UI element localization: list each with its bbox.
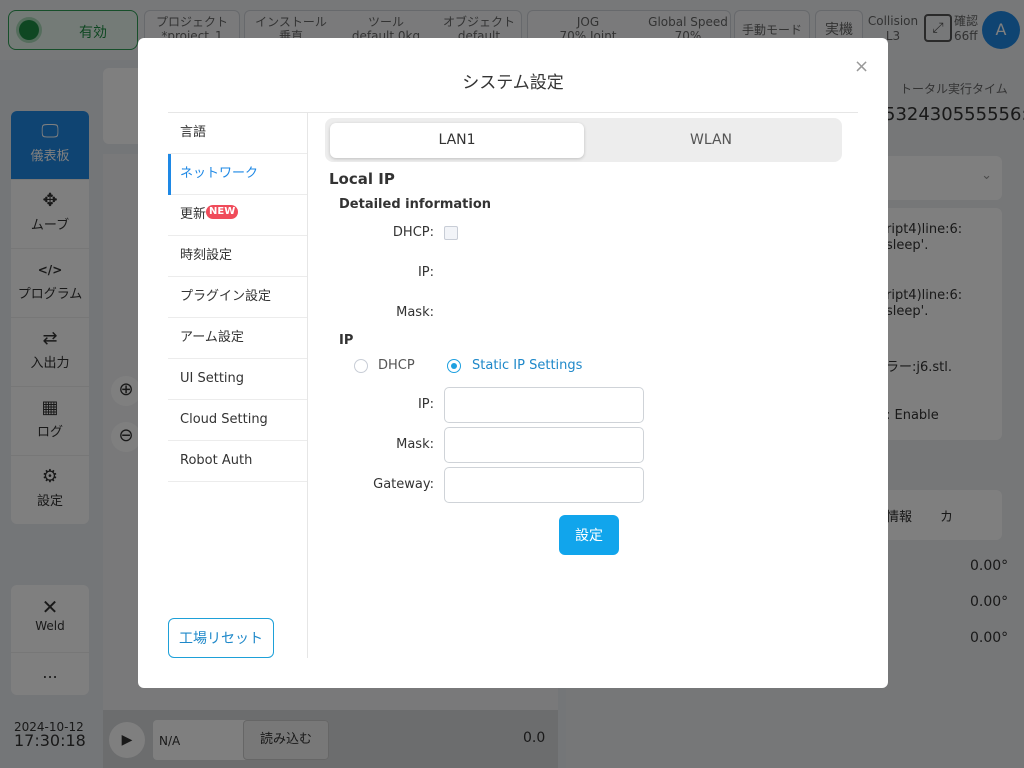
dhcp-checkbox[interactable] — [444, 226, 458, 240]
dhcp-radio-label[interactable]: DHCP — [378, 358, 415, 373]
settings-sidebar: 言語 ネットワーク 更新 NEW 時刻設定 プラグイン設定 アーム設定 UI Se… — [168, 113, 308, 658]
dialog-title: システム設定 — [462, 73, 564, 93]
sidebar-item-update[interactable]: 更新 NEW — [168, 195, 307, 236]
network-tabs: LAN1 WLAN — [325, 118, 842, 162]
sidebar-item-label: 更新 — [180, 207, 207, 222]
gateway-input[interactable] — [444, 467, 644, 503]
tab-wlan[interactable]: WLAN — [584, 123, 838, 158]
local-ip-heading: Local IP — [329, 170, 395, 188]
ip-input[interactable] — [444, 387, 644, 423]
static-ip-radio[interactable] — [447, 359, 461, 373]
tab-lan1[interactable]: LAN1 — [330, 123, 584, 158]
mask-field-label: Mask: — [396, 437, 434, 452]
sidebar-item-label: Cloud Setting — [180, 412, 268, 427]
ip-field-label: IP: — [417, 397, 434, 412]
sidebar-item-plugin[interactable]: プラグイン設定 — [168, 277, 307, 318]
system-settings-dialog: システム設定 × 言語 ネットワーク 更新 NEW 時刻設定 プラグイン設定 アー… — [138, 38, 888, 688]
close-icon[interactable]: × — [854, 56, 869, 77]
sidebar-item-label: 言語 — [180, 125, 207, 140]
sidebar-item-label: アーム設定 — [180, 330, 244, 345]
sidebar-item-label: UI Setting — [180, 371, 245, 386]
set-button[interactable]: 設定 — [559, 515, 619, 555]
factory-reset-button[interactable]: 工場リセット — [168, 618, 274, 658]
sidebar-item-label: ネットワーク — [180, 166, 259, 181]
static-ip-radio-label[interactable]: Static IP Settings — [472, 358, 582, 373]
dhcp-info-label: DHCP: — [392, 225, 434, 240]
new-badge: NEW — [206, 205, 239, 219]
ip-heading: IP — [339, 333, 354, 348]
detail-heading: Detailed information — [339, 197, 492, 212]
sidebar-item-cloud[interactable]: Cloud Setting — [168, 400, 307, 441]
dhcp-radio[interactable] — [354, 359, 368, 373]
gateway-field-label: Gateway: — [373, 477, 434, 492]
sidebar-item-network[interactable]: ネットワーク — [168, 154, 307, 195]
sidebar-item-language[interactable]: 言語 — [168, 113, 307, 154]
sidebar-item-label: Robot Auth — [180, 453, 253, 468]
sidebar-item-label: 時刻設定 — [180, 248, 233, 263]
mask-input[interactable] — [444, 427, 644, 463]
sidebar-item-robot-auth[interactable]: Robot Auth — [168, 441, 307, 482]
sidebar-item-label: プラグイン設定 — [180, 289, 272, 304]
ip-info-label: IP: — [417, 265, 434, 280]
mask-info-label: Mask: — [396, 305, 434, 320]
sidebar-item-time[interactable]: 時刻設定 — [168, 236, 307, 277]
sidebar-item-arm[interactable]: アーム設定 — [168, 318, 307, 359]
sidebar-item-ui[interactable]: UI Setting — [168, 359, 307, 400]
